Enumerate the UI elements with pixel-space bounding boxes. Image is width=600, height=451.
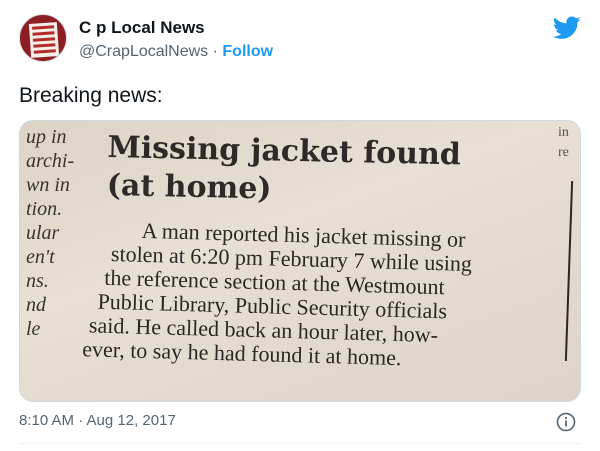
tweet-photo[interactable]: up in archi- wn in tion. ular en't ns. n… <box>19 120 581 402</box>
tweet-text: Breaking news: <box>19 84 163 107</box>
headline-line: (at home) <box>106 167 272 207</box>
right-column-line: re <box>558 145 569 160</box>
right-column-line: in <box>558 125 569 140</box>
twitter-bird-icon[interactable] <box>553 16 581 40</box>
info-icon[interactable] <box>556 412 576 432</box>
tweet-timestamp[interactable]: 8:10 AM · Aug 12, 2017 <box>19 412 176 429</box>
left-column-line: archi- <box>26 150 75 172</box>
avatar-image <box>28 22 60 58</box>
left-column-line: up in <box>26 126 67 148</box>
avatar[interactable] <box>19 14 67 62</box>
article-headline: Missing jacket found (at home) <box>106 129 527 214</box>
author-handle[interactable]: @CrapLocalNews <box>79 43 208 60</box>
handle-separator: · <box>208 43 223 60</box>
column-rule <box>564 181 574 361</box>
footer-divider <box>19 443 581 444</box>
left-column-line: wn in <box>26 174 70 196</box>
author-handle-line: @CrapLocalNews · Follow <box>79 43 273 61</box>
photo-right-column: in re <box>558 123 569 163</box>
tweet-card: C p Local News @CrapLocalNews · Follow B… <box>0 0 600 451</box>
article-body: A man reported his jacket missing or sto… <box>72 217 556 374</box>
follow-button[interactable]: Follow <box>222 43 273 60</box>
author-display-name[interactable]: C p Local News <box>79 18 205 38</box>
